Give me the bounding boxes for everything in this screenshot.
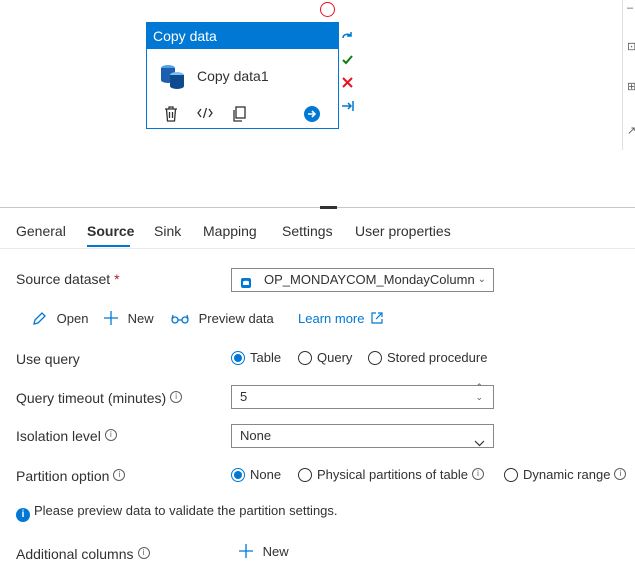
new-dataset-button[interactable]: New <box>104 311 154 326</box>
plus-icon <box>104 311 118 326</box>
info-icon[interactable]: i <box>472 468 485 480</box>
source-dataset-value: OP_MONDAYCOM_MondayColumn <box>264 272 475 287</box>
isolation-level-value: None <box>240 428 272 443</box>
radio-dot <box>298 468 312 482</box>
query-timeout-label: Query timeout (minutes) i <box>16 390 183 406</box>
tab-sink[interactable]: Sink <box>154 223 181 239</box>
partition-info-note: i Please preview data to validate the par… <box>16 503 338 522</box>
success-check-icon[interactable] <box>341 53 354 66</box>
radio-dynamic-range[interactable]: Dynamic range i <box>504 467 627 482</box>
properties-tabs: General Source Sink Mapping Settings Use… <box>0 215 635 249</box>
failure-x-icon[interactable] <box>341 76 354 89</box>
layout-icon[interactable]: ⊞ <box>627 80 635 93</box>
splitter-grip[interactable] <box>320 206 337 209</box>
preview-data-button[interactable]: Preview data <box>171 311 274 326</box>
canvas-toolbar: – ⊡ ⊞ ↗ <box>622 0 635 150</box>
zoom-out-icon[interactable]: – <box>627 2 633 14</box>
source-dataset-select[interactable]: OP_MONDAYCOM_MondayColumn ⌄ <box>231 268 494 292</box>
tab-general[interactable]: General <box>16 223 66 239</box>
active-tab-indicator <box>87 245 130 247</box>
query-timeout-input[interactable]: 5 ⌃ ⌄ <box>231 382 494 409</box>
copy-data-activity[interactable]: Copy data Copy data1 <box>146 22 339 129</box>
delete-icon[interactable] <box>164 106 178 127</box>
info-icon[interactable]: i <box>137 547 150 559</box>
isolation-level-select[interactable]: None <box>231 424 494 448</box>
expand-icon[interactable]: ↗ <box>627 124 635 137</box>
radio-partition-none[interactable]: None <box>231 467 281 482</box>
partition-option-label: Partition option i <box>16 468 126 484</box>
info-filled-icon: i <box>16 508 30 522</box>
info-icon[interactable]: i <box>614 468 627 480</box>
chevron-down-icon: ⌄ <box>477 274 486 285</box>
fit-icon[interactable]: ⊡ <box>627 40 635 53</box>
redo-icon[interactable] <box>341 29 354 42</box>
radio-dot <box>298 351 312 365</box>
external-link-icon <box>368 311 383 326</box>
clone-icon[interactable] <box>232 106 246 127</box>
additional-columns-label: Additional columns i <box>16 546 150 562</box>
source-dataset-label: Source dataset * <box>16 271 120 287</box>
info-icon[interactable]: i <box>104 429 117 441</box>
radio-dot <box>231 468 245 482</box>
radio-query[interactable]: Query <box>298 350 352 365</box>
tab-settings[interactable]: Settings <box>282 223 333 239</box>
glasses-icon <box>171 311 189 326</box>
tab-mapping[interactable]: Mapping <box>203 223 257 239</box>
error-status-icon <box>320 2 335 17</box>
go-arrow-icon[interactable] <box>304 106 320 127</box>
completion-arrow-icon[interactable] <box>341 100 354 113</box>
pencil-icon <box>32 311 47 326</box>
tab-user-properties[interactable]: User properties <box>355 223 451 239</box>
dataset-icon <box>240 274 252 296</box>
isolation-level-label: Isolation level i <box>16 428 117 444</box>
radio-stored-procedure[interactable]: Stored procedure <box>368 350 487 365</box>
use-query-label: Use query <box>16 351 80 367</box>
learn-more-link[interactable]: Learn more <box>298 311 383 326</box>
stepper-icon[interactable]: ⌃ ⌄ <box>475 382 483 402</box>
chevron-down-icon <box>474 432 485 454</box>
tab-source[interactable]: Source <box>87 223 134 239</box>
radio-table[interactable]: Table <box>231 350 281 365</box>
activity-header: Copy data <box>147 23 338 49</box>
open-button[interactable]: Open <box>32 311 88 326</box>
add-column-button[interactable]: New <box>239 544 289 559</box>
radio-dot <box>368 351 382 365</box>
plus-icon <box>239 544 253 559</box>
radio-dot <box>231 351 245 365</box>
code-icon[interactable] <box>197 106 213 125</box>
query-timeout-value: 5 <box>240 389 248 404</box>
copy-data-icon <box>159 62 187 95</box>
radio-dot <box>504 468 518 482</box>
info-icon[interactable]: i <box>113 469 126 481</box>
activity-name: Copy data1 <box>197 68 269 84</box>
pipeline-canvas[interactable]: Copy data Copy data1 – ⊡ ⊞ ↗ <box>0 0 635 207</box>
info-icon[interactable]: i <box>170 391 183 403</box>
panel-splitter[interactable] <box>0 207 635 208</box>
radio-physical-partitions[interactable]: Physical partitions of table i <box>298 467 485 482</box>
